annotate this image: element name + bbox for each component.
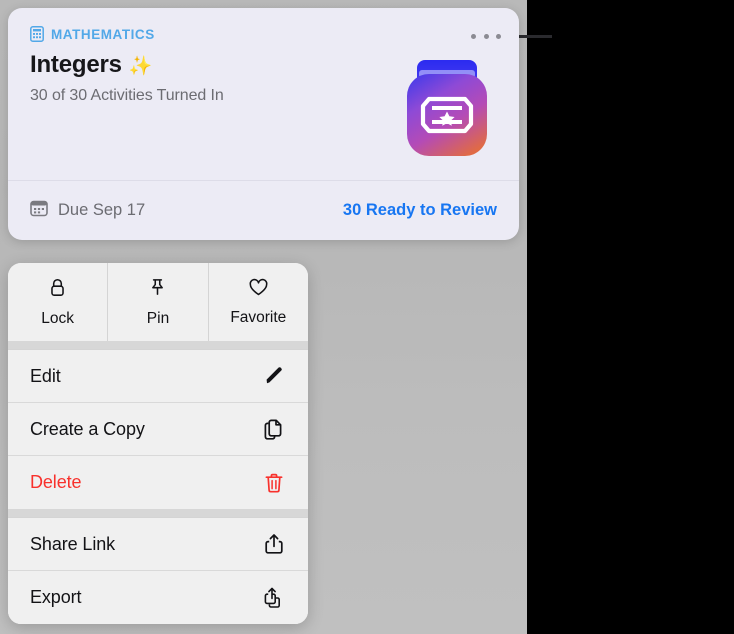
- menu-item-delete-label: Delete: [30, 472, 82, 492]
- ellipsis-dot: [483, 33, 489, 39]
- segment-favorite[interactable]: Favorite: [209, 263, 308, 341]
- menu-item-export-label: Export: [30, 587, 82, 607]
- segment-pin-label: Pin: [146, 309, 170, 327]
- menu-item-edit-label: Edit: [30, 365, 61, 386]
- export-icon: [262, 586, 286, 610]
- menu-group-share: Share Link Export: [8, 517, 308, 624]
- ready-to-review-link[interactable]: 30 Ready to Review: [343, 201, 497, 220]
- menu-item-delete[interactable]: Delete: [8, 456, 308, 509]
- page-title: Integers: [30, 51, 122, 78]
- calculator-icon: [30, 26, 44, 42]
- assignment-app-icon: [403, 58, 491, 162]
- menu-group-primary: Edit Create a Copy Delete: [8, 349, 308, 509]
- assignment-card-body: MATHEMATICS Integers ✨ 30 of 30 Activiti…: [8, 8, 519, 180]
- subject-label: MATHEMATICS: [51, 26, 155, 42]
- ellipsis-dot: [496, 33, 501, 39]
- menu-group-divider: [8, 341, 308, 349]
- duplicate-icon: [262, 417, 286, 441]
- pencil-icon: [262, 364, 286, 388]
- lock-icon: [48, 277, 67, 303]
- segmented-actions: Lock Pin Favorite: [8, 263, 308, 341]
- pin-icon: [148, 277, 167, 303]
- trash-icon: [262, 471, 286, 495]
- menu-item-create-copy-label: Create a Copy: [30, 418, 145, 439]
- assignment-card-footer: Due Sep 17 30 Ready to Review: [8, 180, 519, 240]
- share-icon: [262, 532, 286, 556]
- segment-pin[interactable]: Pin: [108, 263, 209, 341]
- due-date-text: Due Sep 17: [58, 201, 146, 219]
- menu-item-edit[interactable]: Edit: [8, 350, 308, 403]
- segment-favorite-label: Favorite: [230, 308, 287, 326]
- segment-lock[interactable]: Lock: [8, 263, 109, 341]
- menu-item-share-link[interactable]: Share Link: [8, 518, 308, 571]
- menu-item-export[interactable]: Export: [8, 571, 308, 624]
- due-date-group: Due Sep 17: [30, 199, 145, 222]
- sparkles-icon: ✨: [128, 56, 153, 77]
- more-options-button[interactable]: [469, 27, 503, 45]
- segment-lock-label: Lock: [41, 309, 75, 327]
- heart-icon: [248, 278, 269, 302]
- assignment-card[interactable]: MATHEMATICS Integers ✨ 30 of 30 Activiti…: [8, 8, 519, 240]
- calendar-icon: [30, 199, 48, 222]
- screen-backdrop: MATHEMATICS Integers ✨ 30 of 30 Activiti…: [0, 0, 734, 634]
- context-menu: Lock Pin Favorite Edit Create a Copy Del…: [8, 263, 308, 624]
- subject-row: MATHEMATICS: [30, 26, 499, 42]
- menu-item-share-link-label: Share Link: [30, 533, 116, 554]
- menu-item-create-copy[interactable]: Create a Copy: [8, 403, 308, 456]
- menu-group-divider: [8, 509, 308, 517]
- ellipsis-dot: [471, 33, 476, 39]
